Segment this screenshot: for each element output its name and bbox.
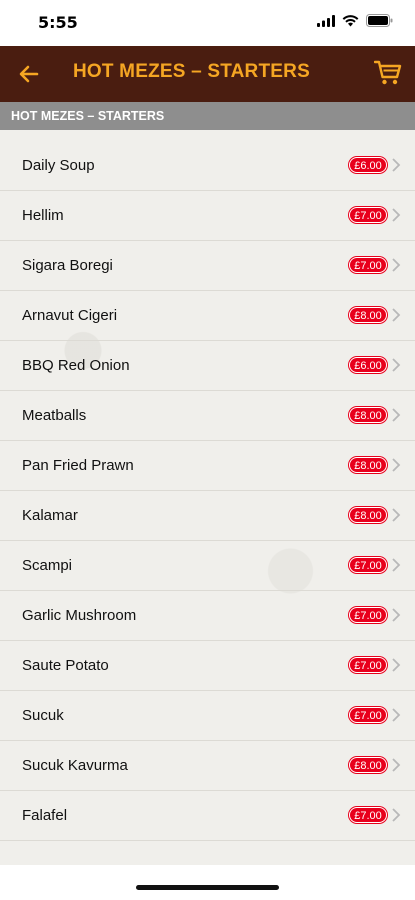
price-badge: £7.00 xyxy=(349,257,387,273)
price-badge: £8.00 xyxy=(349,757,387,773)
item-name: BBQ Red Onion xyxy=(22,357,130,374)
wifi-icon xyxy=(342,14,359,26)
menu-item[interactable]: BBQ Red Onion £6.00 xyxy=(0,341,415,391)
menu-item[interactable]: Saute Potato £7.00 xyxy=(0,641,415,691)
item-name: Garlic Mushroom xyxy=(22,607,137,624)
menu-item[interactable]: Hellim £7.00 xyxy=(0,191,415,241)
cart-button[interactable] xyxy=(371,57,405,89)
chevron-right-icon xyxy=(392,458,401,472)
menu-item[interactable]: Daily Soup £6.00 xyxy=(0,141,415,191)
item-name: Daily Soup xyxy=(22,157,95,174)
item-name: Arnavut Cigeri xyxy=(22,307,118,324)
chevron-right-icon xyxy=(392,258,401,272)
item-name: Saute Potato xyxy=(22,657,109,674)
status-time: 5:55 xyxy=(38,13,78,32)
signal-icon xyxy=(317,14,335,27)
battery-icon xyxy=(366,14,393,27)
menu-item[interactable]: Arnavut Cigeri £8.00 xyxy=(0,291,415,341)
nav-bar: HOT MEZES – STARTERS xyxy=(0,46,415,102)
menu-list[interactable]: Daily Soup £6.00 Hellim £7.00 Sigara Bor… xyxy=(0,130,415,865)
chevron-right-icon xyxy=(392,408,401,422)
price-badge: £6.00 xyxy=(349,357,387,373)
price-badge: £7.00 xyxy=(349,807,387,823)
item-name: Sucuk Kavurma xyxy=(22,757,128,774)
menu-item[interactable]: Garlic Mushroom £7.00 xyxy=(0,591,415,641)
menu-item[interactable]: Sucuk £7.00 xyxy=(0,691,415,741)
price-badge: £6.00 xyxy=(349,157,387,173)
status-bar: 5:55 xyxy=(0,0,415,46)
item-name: Scampi xyxy=(22,557,73,574)
page-title: HOT MEZES – STARTERS xyxy=(73,61,310,82)
back-button[interactable] xyxy=(12,58,46,90)
cart-icon xyxy=(374,60,402,85)
price-badge: £8.00 xyxy=(349,457,387,473)
item-name: Sigara Boregi xyxy=(22,257,113,274)
home-indicator-area xyxy=(0,865,415,900)
price-badge: £7.00 xyxy=(349,207,387,223)
chevron-right-icon xyxy=(392,558,401,572)
item-name: Kalamar xyxy=(22,507,78,524)
chevron-right-icon xyxy=(392,508,401,522)
price-badge: £8.00 xyxy=(349,507,387,523)
item-name: Sucuk xyxy=(22,707,64,724)
chevron-right-icon xyxy=(392,158,401,172)
home-indicator[interactable] xyxy=(136,885,279,890)
item-name: Falafel xyxy=(22,807,68,824)
chevron-right-icon xyxy=(392,608,401,622)
price-badge: £7.00 xyxy=(349,657,387,673)
chevron-right-icon xyxy=(392,358,401,372)
section-header: HOT MEZES – STARTERS xyxy=(0,102,415,130)
status-icons xyxy=(317,14,393,27)
chevron-right-icon xyxy=(392,808,401,822)
menu-item[interactable]: Pan Fried Prawn £8.00 xyxy=(0,441,415,491)
arrow-left-icon xyxy=(19,65,39,83)
chevron-right-icon xyxy=(392,308,401,322)
menu-item[interactable]: Kalamar £8.00 xyxy=(0,491,415,541)
menu-item[interactable]: Meatballs £8.00 xyxy=(0,391,415,441)
price-badge: £8.00 xyxy=(349,307,387,323)
menu-item[interactable]: Sucuk Kavurma £8.00 xyxy=(0,741,415,791)
chevron-right-icon xyxy=(392,758,401,772)
item-name: Hellim xyxy=(22,207,64,224)
menu-item[interactable]: Falafel £7.00 xyxy=(0,791,415,841)
chevron-right-icon xyxy=(392,708,401,722)
item-name: Meatballs xyxy=(22,407,87,424)
price-badge: £8.00 xyxy=(349,407,387,423)
price-badge: £7.00 xyxy=(349,607,387,623)
menu-item[interactable]: Sigara Boregi £7.00 xyxy=(0,241,415,291)
menu-item[interactable]: Scampi £7.00 xyxy=(0,541,415,591)
chevron-right-icon xyxy=(392,658,401,672)
chevron-right-icon xyxy=(392,208,401,222)
price-badge: £7.00 xyxy=(349,707,387,723)
price-badge: £7.00 xyxy=(349,557,387,573)
item-name: Pan Fried Prawn xyxy=(22,457,134,474)
